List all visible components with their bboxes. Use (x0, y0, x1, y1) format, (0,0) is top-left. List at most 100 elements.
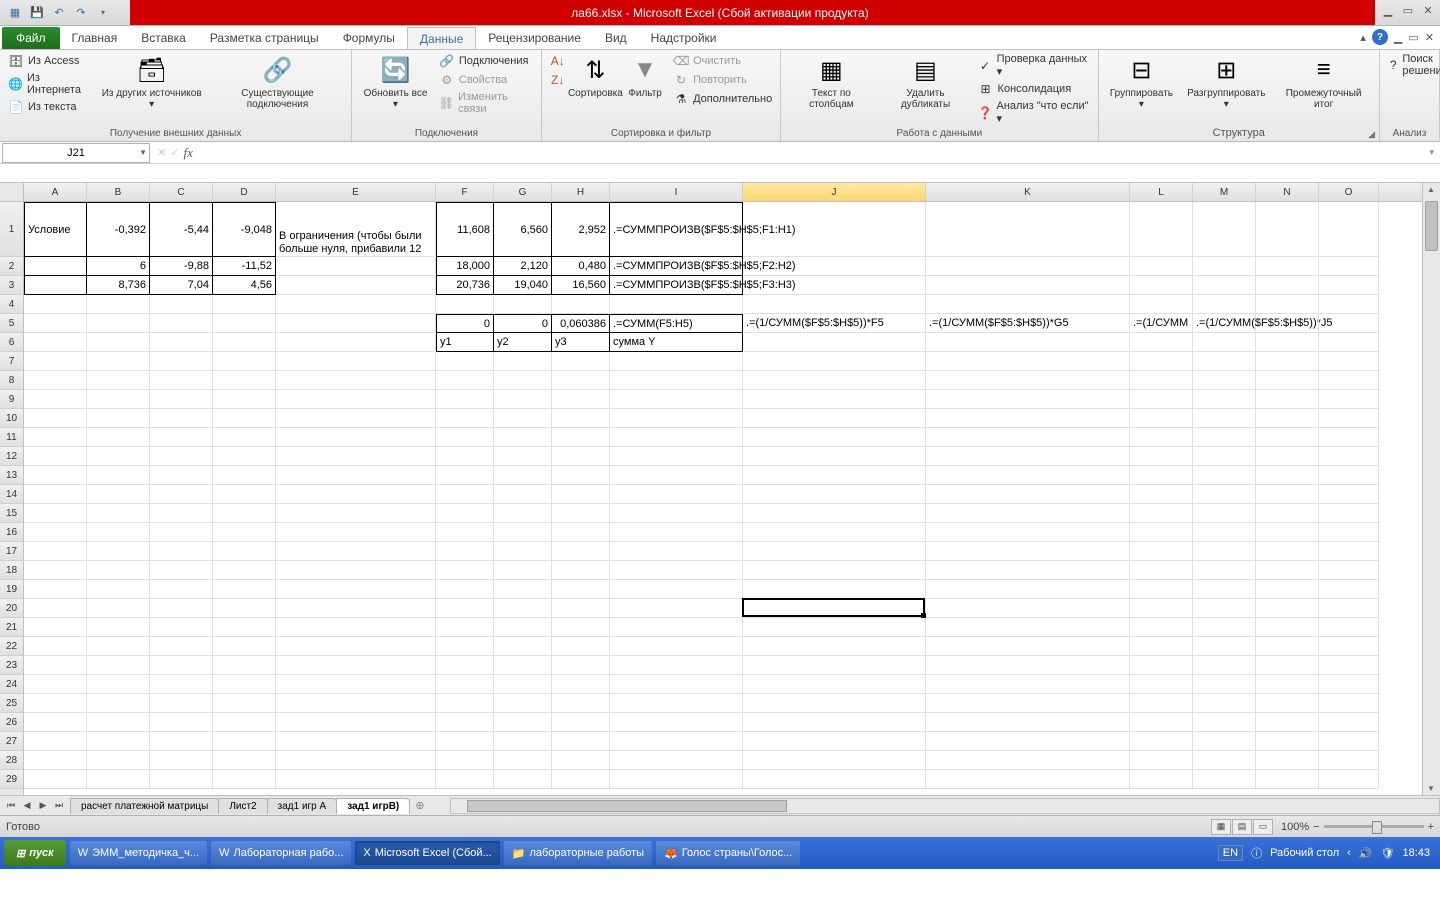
cell[interactable] (926, 637, 1130, 656)
cell[interactable] (1319, 523, 1379, 542)
cell[interactable] (276, 409, 436, 428)
cell[interactable] (436, 485, 494, 504)
cell[interactable] (24, 694, 87, 713)
cell[interactable] (276, 637, 436, 656)
cell[interactable] (1193, 694, 1256, 713)
row-header[interactable]: 12 (0, 447, 23, 466)
cell[interactable] (1130, 618, 1193, 637)
cell[interactable] (1319, 276, 1379, 295)
page-break-icon[interactable]: ▭ (1253, 819, 1273, 835)
cell[interactable] (1193, 580, 1256, 599)
cell[interactable] (552, 599, 610, 618)
cell[interactable] (926, 428, 1130, 447)
cell[interactable] (1130, 770, 1193, 789)
cell[interactable] (276, 580, 436, 599)
cell[interactable] (1319, 618, 1379, 637)
cell[interactable] (436, 770, 494, 789)
row-header[interactable]: 4 (0, 295, 23, 314)
row-header[interactable]: 16 (0, 523, 23, 542)
cell[interactable] (552, 523, 610, 542)
cell[interactable] (743, 409, 926, 428)
cell[interactable] (213, 295, 276, 314)
cell[interactable] (24, 504, 87, 523)
cell[interactable]: .=(1/СУММ($F$5:$H$5))*J5 (1193, 314, 1256, 333)
cell[interactable] (436, 599, 494, 618)
cell[interactable] (1256, 713, 1319, 732)
column-header[interactable]: G (494, 183, 552, 201)
cell[interactable] (1256, 542, 1319, 561)
tab-formulas[interactable]: Формулы (331, 27, 407, 49)
tray-chevron-icon[interactable]: ‹ (1347, 847, 1351, 859)
column-header[interactable]: I (610, 183, 743, 201)
cell[interactable] (276, 523, 436, 542)
cell[interactable] (926, 504, 1130, 523)
cell[interactable] (610, 466, 743, 485)
cell[interactable] (1256, 314, 1319, 333)
cell[interactable] (87, 485, 150, 504)
cell[interactable] (213, 466, 276, 485)
cell[interactable] (276, 732, 436, 751)
tab-home[interactable]: Главная (60, 27, 130, 49)
cell[interactable] (1319, 371, 1379, 390)
doc-restore-icon[interactable]: ▭ (1408, 31, 1418, 44)
cell[interactable] (150, 504, 213, 523)
cell[interactable]: y3 (552, 333, 610, 352)
cell[interactable] (1319, 202, 1379, 257)
cell[interactable] (926, 770, 1130, 789)
cell[interactable] (213, 314, 276, 333)
cell[interactable] (494, 466, 552, 485)
cell[interactable] (87, 314, 150, 333)
cell[interactable]: 19,040 (494, 276, 552, 295)
tab-insert[interactable]: Вставка (129, 27, 198, 49)
row-header[interactable]: 29 (0, 770, 23, 789)
cell[interactable] (436, 504, 494, 523)
row-header[interactable]: 21 (0, 618, 23, 637)
cell[interactable] (1193, 751, 1256, 770)
cell[interactable] (743, 276, 926, 295)
column-header[interactable]: D (213, 183, 276, 201)
cell[interactable] (552, 428, 610, 447)
cell[interactable] (213, 371, 276, 390)
cell[interactable]: Условие (24, 202, 87, 257)
cell[interactable] (926, 295, 1130, 314)
cell[interactable] (1256, 580, 1319, 599)
next-sheet-icon[interactable]: ▶ (36, 800, 50, 811)
cell[interactable] (1193, 447, 1256, 466)
cell[interactable] (24, 428, 87, 447)
cell[interactable] (1319, 504, 1379, 523)
row-header[interactable]: 27 (0, 732, 23, 751)
cell[interactable] (552, 466, 610, 485)
cell[interactable] (1256, 618, 1319, 637)
tab-addins[interactable]: Надстройки (639, 27, 729, 49)
cell[interactable] (1193, 675, 1256, 694)
cell[interactable] (743, 428, 926, 447)
cell[interactable] (276, 618, 436, 637)
last-sheet-icon[interactable]: ⏭ (52, 800, 66, 811)
cell[interactable] (610, 770, 743, 789)
chevron-down-icon[interactable]: ▼ (139, 148, 147, 157)
cell[interactable] (24, 466, 87, 485)
cell[interactable] (436, 542, 494, 561)
cell[interactable]: 18,000 (436, 257, 494, 276)
cell[interactable] (1130, 466, 1193, 485)
taskbar-item-active[interactable]: XMicrosoft Excel (Сбой... (355, 841, 499, 865)
cell[interactable] (743, 257, 926, 276)
cell[interactable] (276, 751, 436, 770)
cell[interactable] (436, 409, 494, 428)
cell[interactable] (24, 580, 87, 599)
cell[interactable] (1193, 409, 1256, 428)
cell[interactable] (1130, 732, 1193, 751)
cell[interactable]: 2,952 (552, 202, 610, 257)
cell[interactable]: .=СУММ(F5:H5) (610, 314, 743, 333)
cell[interactable] (24, 675, 87, 694)
cell[interactable]: -9,88 (150, 257, 213, 276)
cell[interactable] (213, 447, 276, 466)
cell[interactable] (1319, 314, 1379, 333)
cell[interactable] (1193, 504, 1256, 523)
cell[interactable] (1193, 732, 1256, 751)
tab-layout[interactable]: Разметка страницы (198, 27, 331, 49)
cell[interactable] (24, 637, 87, 656)
cell[interactable] (1193, 371, 1256, 390)
cell[interactable] (610, 447, 743, 466)
sort-asc-button[interactable]: A↓ (548, 52, 568, 70)
